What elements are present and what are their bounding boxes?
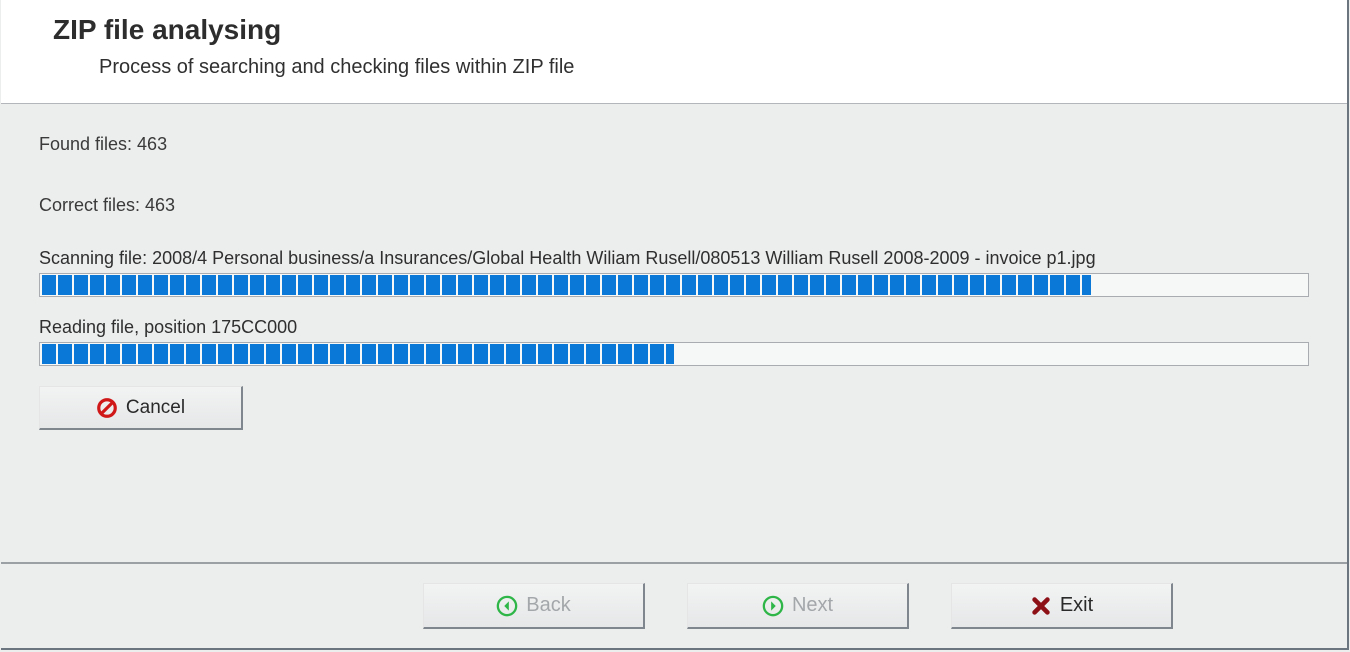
reading-file-label: Reading file, position 175CC000 — [39, 317, 1309, 338]
page-subtitle: Process of searching and checking files … — [99, 56, 1347, 79]
next-button-label: Next — [792, 594, 833, 617]
reading-progress-bar — [39, 342, 1309, 366]
wizard-dialog: ZIP file analysing Process of searching … — [1, 0, 1349, 650]
scanning-file-label: Scanning file: 2008/4 Personal business/… — [39, 248, 1309, 269]
wizard-header: ZIP file analysing Process of searching … — [1, 0, 1347, 104]
found-files-label: Found files: 463 — [39, 134, 1309, 155]
correct-files-label: Correct files: 463 — [39, 195, 1309, 216]
exit-button[interactable]: Exit — [951, 583, 1173, 629]
cancel-button[interactable]: Cancel — [39, 386, 243, 430]
page-title: ZIP file analysing — [53, 14, 1347, 46]
exit-button-label: Exit — [1060, 594, 1093, 617]
back-button-label: Back — [526, 594, 570, 617]
cancel-button-label: Cancel — [126, 397, 185, 419]
wizard-body: Found files: 463 Correct files: 463 Scan… — [1, 104, 1347, 562]
scanning-progress-bar — [39, 273, 1309, 297]
close-icon — [1030, 595, 1052, 617]
wizard-footer: Back Next Exit — [1, 562, 1347, 648]
back-button[interactable]: Back — [423, 583, 645, 629]
scanning-progress-fill — [42, 275, 1091, 295]
cancel-icon — [96, 397, 118, 419]
arrow-right-icon — [762, 595, 784, 617]
arrow-left-icon — [496, 595, 518, 617]
next-button[interactable]: Next — [687, 583, 909, 629]
reading-progress-fill — [42, 344, 674, 364]
